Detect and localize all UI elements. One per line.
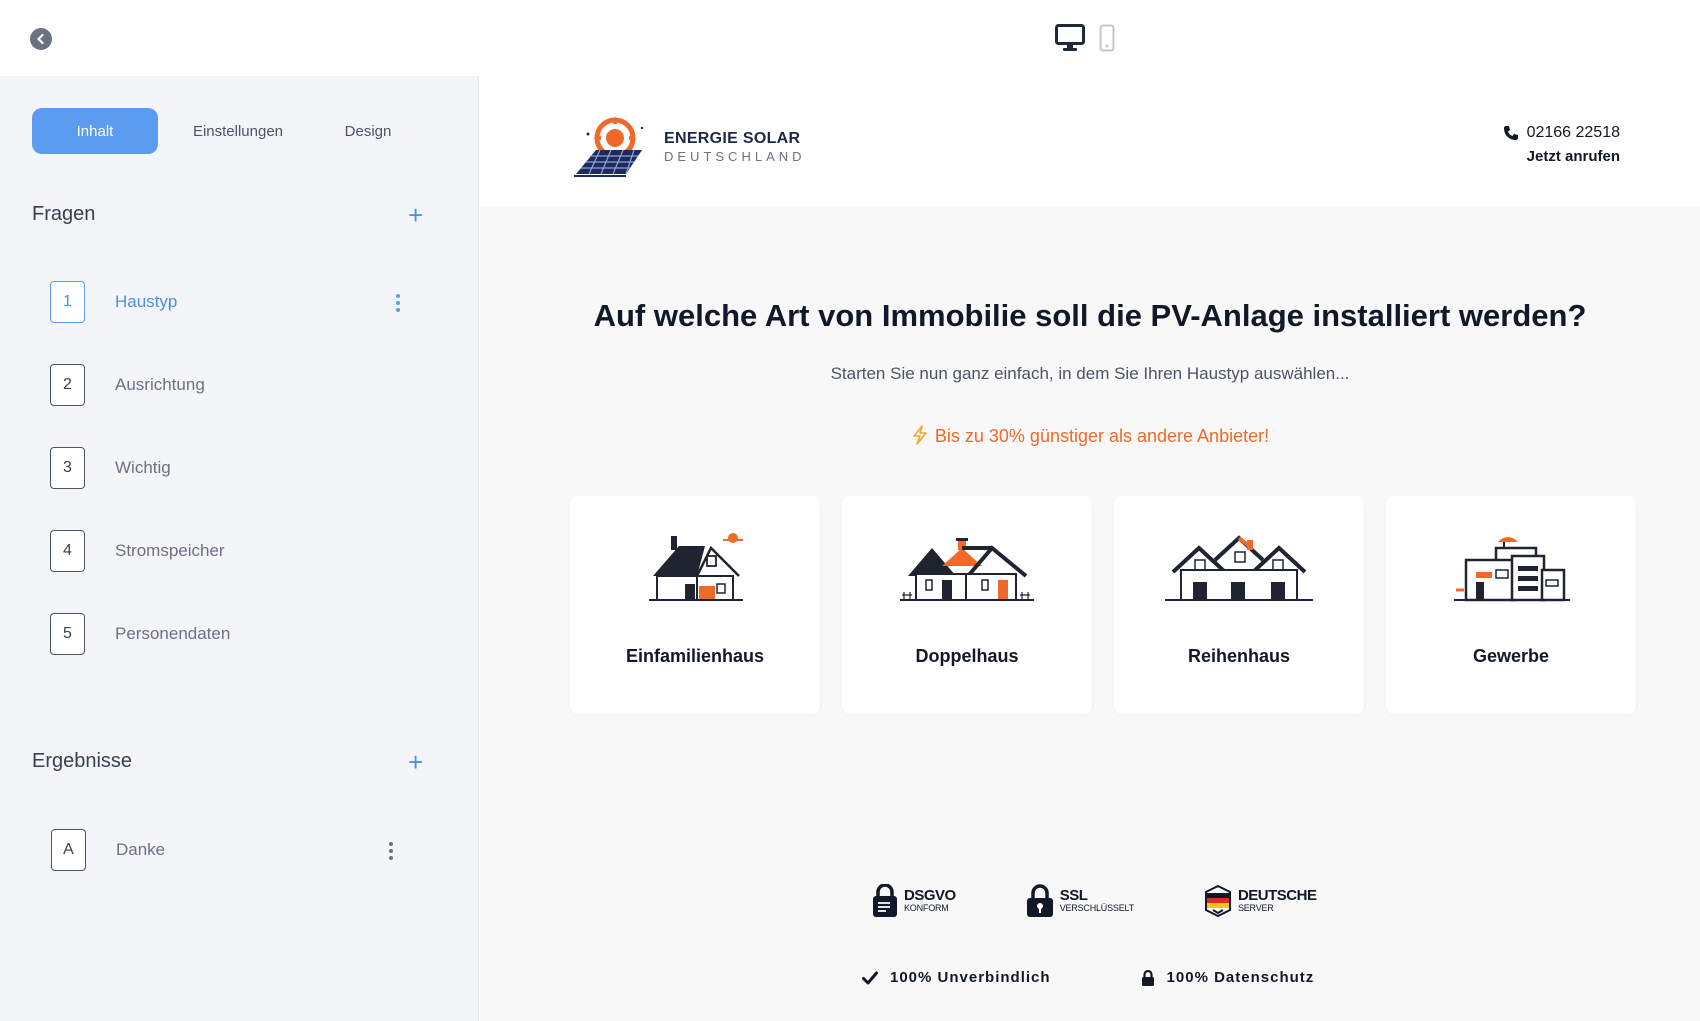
editor-topbar (0, 0, 1700, 76)
results-heading: Ergebnisse (32, 750, 133, 772)
funnel-preview: ENERGIE SOLAR DEUTSCHLAND 02166 22518 Je… (480, 76, 1700, 1021)
question-menu-icon[interactable] (396, 294, 400, 312)
site-logo: ENERGIE SOLAR DEUTSCHLAND (570, 116, 806, 178)
lightning-icon (913, 425, 927, 445)
question-label: Stromspeicher (115, 541, 225, 560)
german-shield-icon (1204, 884, 1231, 918)
question-label: Ausrichtung (115, 375, 205, 394)
chevron-left-icon (37, 33, 44, 45)
row-house-icon (1165, 535, 1313, 601)
logo-title: ENERGIE SOLAR (664, 130, 801, 147)
lock-icon (1141, 969, 1154, 986)
back-button[interactable] (30, 28, 52, 50)
padlock-icon (1026, 884, 1053, 917)
result-label: Danke (116, 840, 166, 859)
tab-einstellungen[interactable]: Einstellungen (158, 108, 318, 154)
mobile-view-button[interactable] (1099, 24, 1115, 52)
option-card-doppelhaus[interactable]: Doppelhaus (842, 496, 1092, 714)
badge-ssl: SSL VERSCHLÜSSELT (1026, 884, 1134, 918)
phone-number: 02166 22518 (1526, 124, 1620, 141)
phone-icon (1503, 126, 1518, 140)
solar-panel-logo-icon (574, 116, 644, 177)
editor-tabs: Inhalt Einstellungen Design (32, 108, 418, 154)
desktop-view-button[interactable] (1055, 24, 1085, 52)
question-item-haustyp[interactable]: 1 Haustyp (50, 281, 420, 323)
question-number: 5 (50, 613, 85, 655)
question-number: 1 (50, 281, 85, 323)
question-item-stromspeicher[interactable]: 4 Stromspeicher (50, 530, 420, 572)
question-item-wichtig[interactable]: 3 Wichtig (50, 447, 420, 489)
option-card-reihenhaus[interactable]: Reihenhaus (1114, 496, 1364, 714)
phone-link[interactable]: 02166 22518 (1503, 124, 1620, 142)
question-label: Personendaten (115, 624, 231, 643)
question-label: Haustyp (115, 292, 178, 311)
question-number: 2 (50, 364, 85, 406)
commercial-building-icon (1454, 537, 1570, 602)
result-menu-icon[interactable] (389, 842, 393, 860)
single-family-house-icon (649, 533, 743, 601)
check-icon (862, 971, 878, 984)
contact-block: 02166 22518 Jetzt anrufen (1503, 124, 1620, 165)
logo-subtitle: DEUTSCHLAND (664, 149, 806, 164)
promo-text: Bis zu 30% günstiger als andere Anbieter… (480, 425, 1700, 447)
desktop-icon (1055, 24, 1085, 51)
result-letter: A (51, 829, 86, 871)
badge-deutsche-server: DEUTSCHE SERVER (1204, 884, 1317, 918)
badge-dsgvo: DSGVO KONFORM (872, 884, 956, 918)
question-number: 4 (50, 530, 85, 572)
lock-document-icon (873, 884, 897, 917)
mobile-icon (1099, 24, 1115, 52)
option-cards: Einfamilienhaus Doppelhaus Reihenhaus Ge… (570, 496, 1636, 714)
question-item-ausrichtung[interactable]: 2 Ausrichtung (50, 364, 420, 406)
guarantee-unverbindlich: 100% Unverbindlich (862, 969, 1051, 986)
site-header: ENERGIE SOLAR DEUTSCHLAND 02166 22518 Je… (480, 76, 1700, 206)
call-now-link[interactable]: Jetzt anrufen (1503, 148, 1620, 165)
result-item-danke[interactable]: A Danke (51, 829, 413, 871)
add-question-button[interactable]: + (408, 202, 423, 228)
guarantee-datenschutz: 100% Datenschutz (1141, 969, 1315, 986)
trust-badges: DSGVO KONFORM SSL VERSCHLÜSSELT DEUTSCHE… (872, 884, 1317, 918)
question-subline: Starten Sie nun ganz einfach, in dem Sie… (830, 364, 1350, 383)
option-label: Gewerbe (1472, 646, 1550, 666)
questions-heading: Fragen (32, 203, 96, 225)
option-card-gewerbe[interactable]: Gewerbe (1386, 496, 1636, 714)
tab-design[interactable]: Design (318, 108, 418, 154)
option-label: Einfamilienhaus (625, 646, 765, 666)
semi-detached-house-icon (900, 538, 1034, 601)
guarantees: 100% Unverbindlich 100% Datenschutz (862, 969, 1314, 986)
question-label: Wichtig (115, 458, 171, 477)
add-result-button[interactable]: + (408, 749, 423, 775)
editor-sidebar: Inhalt Einstellungen Design Fragen + 1 H… (0, 76, 479, 1021)
question-number: 3 (50, 447, 85, 489)
question-item-personendaten[interactable]: 5 Personendaten (50, 613, 420, 655)
device-toggle (1055, 24, 1115, 52)
option-label: Doppelhaus (915, 646, 1019, 666)
question-headline: Auf welche Art von Immobilie soll die PV… (593, 298, 1587, 333)
tab-inhalt[interactable]: Inhalt (32, 108, 158, 154)
option-label: Reihenhaus (1187, 646, 1291, 666)
option-card-einfamilienhaus[interactable]: Einfamilienhaus (570, 496, 820, 714)
